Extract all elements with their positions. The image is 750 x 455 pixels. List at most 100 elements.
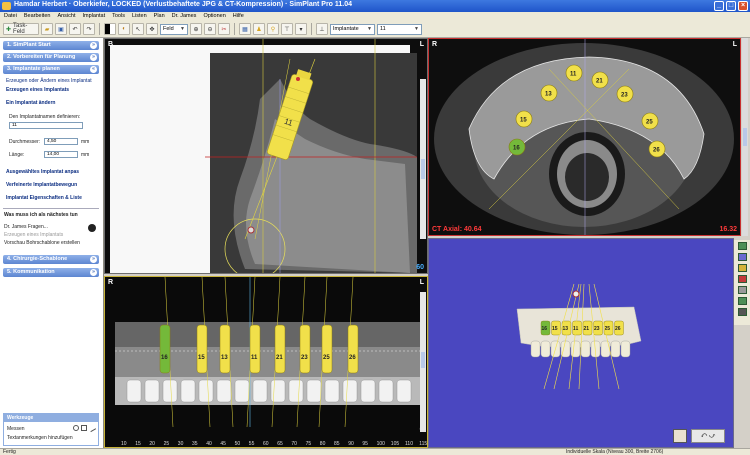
axial-view[interactable]: 11 21 13 15 23 25 16 26 R L CT Axial: 40.64 16.… [428, 38, 741, 236]
axial-implant-label: 15 [520, 118, 527, 124]
axial-implant-21[interactable]: 21 [591, 71, 609, 89]
three-d-view[interactable]: 1615131121232526 ⤺ ⤻ [428, 238, 734, 448]
menu-bar: Datei Bearbeiten Ansicht Implantat Tools… [0, 12, 750, 21]
ruler-tick-label: 80 [320, 441, 326, 447]
measure-icon[interactable]: ✂ [218, 23, 230, 35]
cross-section-view[interactable]: 11 B L 60 [104, 38, 428, 274]
toggle-bone-icon[interactable] [737, 242, 747, 250]
redo-icon[interactable]: ↷ [83, 23, 95, 35]
implant-properties-link[interactable]: Implantat Eigenschaften & Liste [6, 195, 82, 201]
adjust-implant-link[interactable]: Ausgewähltes Implantat anpas [6, 169, 79, 175]
menu-datei[interactable]: Datei [4, 13, 17, 20]
line-tool-icon[interactable] [87, 423, 97, 433]
maximize-icon[interactable]: □ [726, 1, 736, 11]
section-surgical-guide[interactable]: 4. Chirurgie-Schablone» [3, 255, 99, 264]
pano-implant-label: 25 [323, 355, 330, 361]
three-d-implant-15[interactable]: 15 [551, 320, 561, 336]
axial-implant-11[interactable]: 11 [565, 64, 583, 82]
implant-name-input[interactable]: 11 [9, 122, 83, 129]
scroll-thumb[interactable] [421, 352, 425, 368]
tooth [324, 379, 340, 403]
panoramic-view[interactable]: 16 15 13 11 21 23 25 26 10 15 20 25 30 35 40 45 50 55 60 6… [104, 276, 428, 448]
menu-tools[interactable]: Tools [112, 13, 125, 20]
axial-implant-25[interactable]: 25 [641, 112, 659, 130]
axial-scrollbar[interactable] [742, 38, 748, 236]
undo-icon[interactable]: ↶ [69, 23, 81, 35]
minimize-icon[interactable]: _ [714, 1, 724, 11]
nerve-icon[interactable]: ⚲ [267, 23, 279, 35]
dr-james-icon[interactable] [88, 224, 96, 232]
toggle-nerve-icon[interactable] [737, 253, 747, 261]
toggle-guide-icon[interactable] [737, 275, 747, 283]
three-d-implant-label: 23 [594, 326, 600, 332]
options-icon[interactable]: ▾ [295, 23, 307, 35]
ellipse-tool-icon[interactable] [73, 425, 79, 431]
close-icon[interactable]: × [738, 1, 748, 11]
section-plan-implants[interactable]: 3. Implantate planen « [3, 65, 99, 74]
menu-optionen[interactable]: Optionen [203, 13, 225, 20]
section-simplant-start[interactable]: 1. SimPlant Start» [3, 41, 99, 50]
length-unit: mm [81, 152, 90, 158]
open-folder-icon[interactable]: ▰ [41, 23, 53, 35]
field-select[interactable]: Feld ▼ [160, 23, 188, 35]
reset-view-icon[interactable] [737, 308, 747, 316]
ask-dr-james-link[interactable]: Dr. James Fragen... [4, 224, 48, 230]
implant-type-select[interactable]: Implantate ▼ [330, 23, 375, 35]
window-level-icon[interactable]: ◐ [118, 23, 130, 35]
section-prepare[interactable]: 2. Vorbereiten für Planung» [3, 53, 99, 62]
cross-section-scrollbar[interactable] [420, 79, 426, 239]
axial-implant-23[interactable]: 23 [616, 85, 634, 103]
axial-implant-13[interactable]: 13 [540, 84, 558, 102]
section-communication[interactable]: 5. Kommunikation» [3, 268, 99, 277]
rect-tool-icon[interactable] [81, 425, 87, 431]
three-d-implant-16[interactable]: 16 [540, 320, 551, 336]
menu-plan[interactable]: Plan [154, 13, 165, 20]
measure-link[interactable]: Messen [7, 426, 25, 432]
rotate-controls[interactable]: ⤺ ⤻ [691, 429, 725, 443]
skull-thumbnail-icon[interactable] [673, 429, 687, 443]
tooth [306, 379, 322, 403]
axial-implant-26[interactable]: 26 [648, 140, 666, 158]
length-stepper[interactable]: 14,00 [44, 151, 78, 158]
three-d-implant-23[interactable]: 23 [593, 320, 603, 336]
pan-icon[interactable]: ✥ [146, 23, 158, 35]
orientation-label-l: L [419, 279, 424, 286]
pano-scrollbar[interactable] [420, 292, 426, 432]
three-d-implant-26[interactable]: 26 [614, 320, 624, 336]
toggle-teeth-icon[interactable] [737, 286, 747, 294]
menu-bearbeiten[interactable]: Bearbeiten [24, 13, 51, 20]
layout-icon[interactable]: ▦ [239, 23, 251, 35]
contrast-icon[interactable] [104, 23, 116, 35]
chevron-up-icon: « [90, 66, 97, 73]
text-annotation-link[interactable]: Textanmerkungen hinzufügen [7, 435, 73, 441]
implant-tool-icon[interactable]: ♟ [253, 23, 265, 35]
implant-number-select[interactable]: 11 ▼ [377, 23, 422, 35]
zoom-out-icon[interactable]: ⊖ [204, 23, 216, 35]
menu-ansicht[interactable]: Ansicht [57, 13, 75, 20]
pointer-icon[interactable]: ↖ [132, 23, 144, 35]
change-implant-link[interactable]: Ein Implantat ändern [6, 100, 55, 106]
diameter-stepper[interactable]: 4,50 [44, 138, 78, 145]
chevron-down-icon: ▼ [180, 26, 185, 32]
menu-hilfe[interactable]: Hilfe [233, 13, 244, 20]
axial-implant-16[interactable]: 16 [508, 138, 526, 156]
create-implant-link[interactable]: Erzeugen eines Implantats [6, 87, 69, 93]
menu-implantat[interactable]: Implantat [83, 13, 106, 20]
scroll-thumb[interactable] [743, 128, 747, 146]
three-d-implant-11[interactable]: 11 [572, 320, 582, 336]
three-d-implant-21[interactable]: 21 [582, 320, 593, 336]
menu-dr-james[interactable]: Dr. James [172, 13, 197, 20]
task-field-button[interactable]: ✚ Task-Feld [3, 23, 39, 35]
scroll-thumb[interactable] [421, 159, 425, 179]
implant-view-icon[interactable]: ⊥ [316, 23, 328, 35]
toggle-implant-icon[interactable] [737, 264, 747, 272]
clip-plane-icon[interactable] [737, 297, 747, 305]
preview-guide-link[interactable]: Vorschau Bohrschablone erstellen [4, 240, 80, 246]
drill-icon[interactable]: ⊤ [281, 23, 293, 35]
toolbar: ✚ Task-Feld ▰ ▣ ↶ ↷ ◐ ↖ ✥ Feld ▼ ⊕ ⊖ ✂ ▦ ♟… [0, 21, 750, 38]
axial-implant-15[interactable]: 15 [515, 110, 533, 128]
menu-listen[interactable]: Listen [132, 13, 147, 20]
save-icon[interactable]: ▣ [55, 23, 67, 35]
zoom-in-icon[interactable]: ⊕ [190, 23, 202, 35]
refined-movement-link[interactable]: Verfeinerte Implantatbewegun [6, 182, 77, 188]
